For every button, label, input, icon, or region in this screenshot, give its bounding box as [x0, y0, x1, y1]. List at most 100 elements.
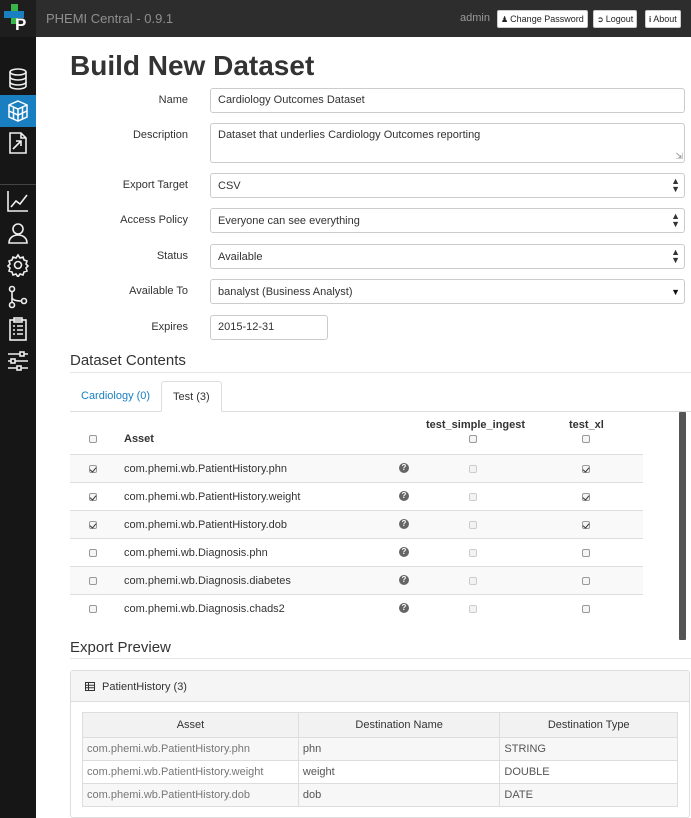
test-xl-checkbox[interactable]: [582, 577, 590, 585]
current-user: admin: [460, 12, 490, 24]
select-arrows-icon: ▲ ▼: [671, 176, 680, 194]
test-simple-ingest-checkbox[interactable]: [469, 493, 477, 501]
change-password-button[interactable]: ♟ Change Password: [497, 10, 588, 28]
test-xl-select-all-checkbox[interactable]: [582, 435, 590, 443]
test-xl-checkbox[interactable]: [582, 465, 590, 473]
export-preview-table: Asset Destination Name Destination Type …: [82, 712, 678, 807]
access-policy-select[interactable]: Everyone can see everything ▲ ▼: [210, 208, 685, 233]
help-icon[interactable]: ?: [399, 519, 409, 529]
section-divider: [70, 372, 691, 373]
sidebar-item-datasets[interactable]: [0, 95, 36, 127]
sidebar-item-export[interactable]: [0, 127, 36, 159]
table-row: com.phemi.wb.PatientHistory.weight weigh…: [82, 760, 678, 784]
table-row: com.phemi.wb.PatientHistory.phn phn STRI…: [82, 737, 678, 761]
asset-name: com.phemi.wb.Diagnosis.phn: [124, 547, 268, 559]
preview-asset-header: Asset: [82, 712, 299, 738]
expires-date-field[interactable]: 2015-12-31: [210, 315, 328, 340]
asset-name: com.phemi.wb.PatientHistory.phn: [124, 463, 288, 475]
description-field[interactable]: Dataset that underlies Cardiology Outcom…: [210, 123, 685, 163]
preview-asset-cell: com.phemi.wb.PatientHistory.phn: [82, 737, 299, 761]
name-field[interactable]: Cardiology Outcomes Dataset: [210, 88, 685, 113]
test-simple-ingest-checkbox[interactable]: [469, 605, 477, 613]
preview-destination-type-cell: DATE: [499, 783, 678, 807]
preview-destination-name-cell: weight: [297, 760, 501, 784]
test-simple-ingest-checkbox[interactable]: [469, 577, 477, 585]
row-select-checkbox[interactable]: [89, 605, 97, 613]
sidebar-item-database[interactable]: [0, 63, 36, 95]
test-simple-ingest-checkbox[interactable]: [469, 465, 477, 473]
description-text: Dataset that underlies Cardiology Outcom…: [218, 129, 481, 141]
sidebar-item-analytics[interactable]: [0, 185, 36, 217]
preview-asset-cell: com.phemi.wb.PatientHistory.dob: [82, 783, 299, 807]
table-row: com.phemi.wb.Diagnosis.chads2?: [70, 594, 643, 622]
sidebar-item-users[interactable]: [0, 217, 36, 249]
table-row: com.phemi.wb.PatientHistory.dob?: [70, 510, 643, 538]
help-icon[interactable]: ?: [399, 603, 409, 613]
name-label: Name: [158, 94, 188, 106]
row-select-checkbox[interactable]: [89, 493, 97, 501]
preview-destination-type-cell: DOUBLE: [499, 760, 678, 784]
clipboard-icon: [9, 317, 27, 341]
export-preview-panel-title: PatientHistory (3): [102, 681, 187, 693]
resize-handle-icon[interactable]: ⇲: [675, 151, 683, 162]
test-xl-checkbox[interactable]: [582, 549, 590, 557]
test-simple-ingest-select-all-checkbox[interactable]: [469, 435, 477, 443]
select-all-checkbox[interactable]: [89, 435, 97, 443]
table-header-row: Asset Destination Name Destination Type: [82, 712, 678, 738]
help-icon[interactable]: ?: [399, 575, 409, 585]
page-title: Build New Dataset: [70, 50, 315, 81]
user-icon: [8, 223, 28, 244]
user-icon: ♟: [501, 15, 509, 24]
row-select-checkbox[interactable]: [89, 521, 97, 529]
top-bar: P PHEMI Central - 0.9.1 admin ♟ Change Pa…: [0, 0, 691, 37]
test-xl-column-header: test_xl: [569, 419, 604, 431]
logout-button[interactable]: ➲ Logout: [593, 10, 638, 28]
help-icon[interactable]: ?: [399, 547, 409, 557]
preview-destination-name-header: Destination Name: [297, 712, 501, 738]
section-divider: [70, 658, 691, 659]
export-file-icon: [9, 132, 27, 154]
preview-asset-cell: com.phemi.wb.PatientHistory.weight: [82, 760, 299, 784]
row-select-checkbox[interactable]: [89, 577, 97, 585]
preview-destination-name-cell: phn: [297, 737, 501, 761]
info-icon: i: [649, 15, 652, 24]
sidebar-item-controls[interactable]: [0, 345, 36, 377]
test-simple-ingest-checkbox[interactable]: [469, 549, 477, 557]
test-xl-checkbox[interactable]: [582, 493, 590, 501]
code-fork-icon: [8, 285, 28, 309]
export-preview-panel-header: PatientHistory (3): [71, 671, 689, 702]
tab-cardiology[interactable]: Cardiology (0): [70, 381, 161, 412]
export-target-label: Export Target: [122, 179, 188, 191]
asset-table-scrollbar[interactable]: [679, 412, 686, 640]
status-select[interactable]: Available ▲ ▼: [210, 244, 685, 269]
sidebar-item-workflow[interactable]: [0, 281, 36, 313]
expires-label: Expires: [151, 321, 188, 333]
row-select-checkbox[interactable]: [89, 549, 97, 557]
available-to-select[interactable]: banalyst (Business Analyst) ▼: [210, 279, 685, 304]
tab-test[interactable]: Test (3): [161, 381, 222, 412]
help-icon[interactable]: ?: [399, 463, 409, 473]
test-simple-ingest-checkbox[interactable]: [469, 521, 477, 529]
database-icon: [9, 68, 27, 90]
preview-destination-type-header: Destination Type: [499, 712, 678, 738]
status-label: Status: [156, 250, 188, 262]
preview-destination-type-cell: STRING: [499, 737, 678, 761]
table-row: com.phemi.wb.PatientHistory.dob dob DATE: [82, 783, 678, 807]
export-target-select[interactable]: CSV ▲ ▼: [210, 173, 685, 198]
select-arrows-icon: ▲ ▼: [671, 247, 680, 265]
sidebar-item-settings[interactable]: [0, 249, 36, 281]
row-select-checkbox[interactable]: [89, 465, 97, 473]
asset-column-header: Asset: [124, 433, 154, 445]
asset-name: com.phemi.wb.Diagnosis.diabetes: [124, 575, 291, 587]
help-icon[interactable]: ?: [399, 491, 409, 501]
about-button[interactable]: i About: [645, 10, 681, 28]
phemi-logo[interactable]: P: [0, 0, 36, 37]
test-xl-checkbox[interactable]: [582, 521, 590, 529]
sidebar-item-reports[interactable]: [0, 313, 36, 345]
asset-name: com.phemi.wb.Diagnosis.chads2: [124, 603, 285, 615]
test-xl-checkbox[interactable]: [582, 605, 590, 613]
svg-text:P: P: [15, 15, 26, 34]
dataset-contents-title: Dataset Contents: [70, 352, 186, 369]
sidebar: [0, 37, 36, 818]
table-row: com.phemi.wb.PatientHistory.weight?: [70, 482, 643, 510]
